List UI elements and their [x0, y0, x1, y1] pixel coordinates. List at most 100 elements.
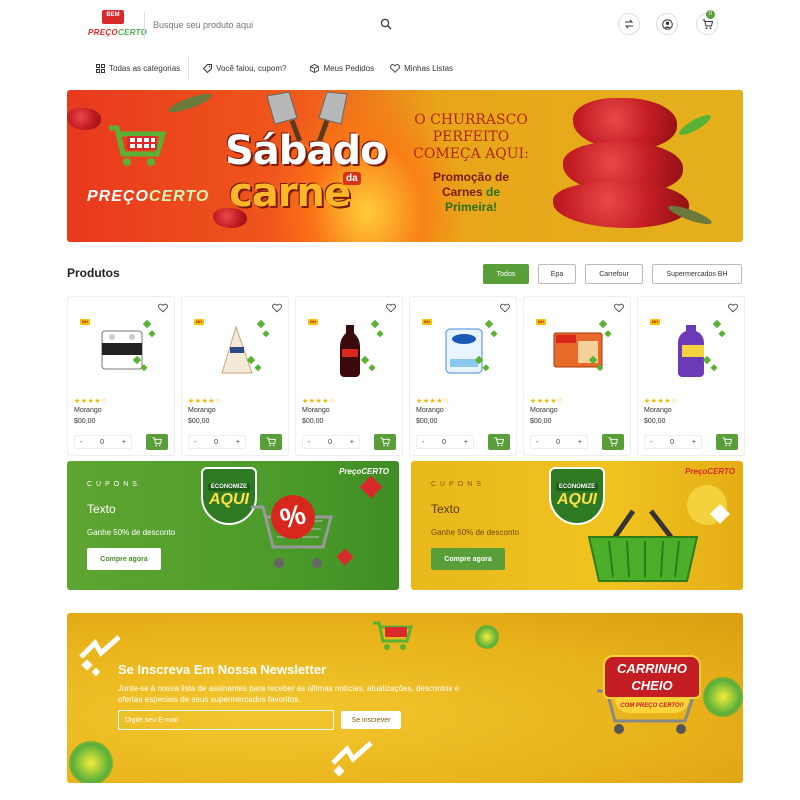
product-card[interactable]: BH ★★★★☆ Morango $00,00 - 0 +: [181, 296, 289, 456]
increase-button[interactable]: +: [464, 439, 468, 446]
add-to-cart-button[interactable]: [716, 434, 738, 450]
decor-diamonds: [702, 319, 726, 372]
add-to-cart-button[interactable]: [602, 434, 624, 450]
brand-mark-icon: [79, 635, 121, 677]
quantity-value: 0: [442, 438, 447, 446]
nav-all-categories[interactable]: Todas as categorias: [88, 57, 188, 79]
favorite-heart-icon[interactable]: [500, 303, 510, 313]
add-to-cart-button[interactable]: [488, 434, 510, 450]
filter-supermercados-bh[interactable]: Supermercados BH: [652, 264, 742, 284]
quantity-stepper: - 0 +: [188, 435, 246, 449]
store-badge: BH: [422, 319, 432, 325]
product-price: $00,00: [74, 418, 96, 425]
buy-now-button[interactable]: Compre agora: [87, 548, 161, 570]
cart-icon: [702, 19, 713, 29]
increase-button[interactable]: +: [578, 439, 582, 446]
search-icon[interactable]: [380, 18, 392, 30]
product-price: $00,00: [416, 418, 438, 425]
quantity-value: 0: [328, 438, 333, 446]
rating-stars: ★★★★☆: [302, 398, 336, 405]
rating-stars: ★★★★☆: [416, 398, 450, 405]
hero-headline-da: da: [343, 172, 361, 185]
logo-badge: BEM: [106, 12, 120, 18]
cart-icon: [152, 437, 162, 447]
product-name[interactable]: Morango: [74, 407, 102, 414]
coupon-card[interactable]: CUPONS Texto Ganhe 50% de desconto Compr…: [67, 461, 399, 590]
store-badge: BH: [194, 319, 204, 325]
grid-icon: [96, 63, 105, 73]
product-name[interactable]: Morango: [416, 407, 444, 414]
nav-divider: [188, 57, 190, 79]
hero-promo: Promoção de Carnes de Primeira!: [432, 170, 510, 214]
cart-icon: [380, 437, 390, 447]
favorite-heart-icon[interactable]: [272, 303, 282, 313]
swap-arrows-icon: [624, 19, 634, 29]
increase-button[interactable]: +: [236, 439, 240, 446]
nav-my-orders[interactable]: Meus Pedidos: [302, 57, 382, 79]
search-bar[interactable]: [144, 12, 400, 38]
coupon-brand: PreçoCERTO: [685, 467, 735, 476]
coupon-card[interactable]: CUPONS Texto Ganhe 50% de desconto Compr…: [411, 461, 743, 590]
filter-carrefour[interactable]: Carrefour: [585, 264, 643, 284]
brand-cart-icon: [109, 125, 167, 166]
nav-coupons[interactable]: Você falou, cupom?: [195, 57, 294, 79]
main-nav: Todas as categorias Você falou, cupom? M…: [88, 57, 461, 79]
increase-button[interactable]: +: [350, 439, 354, 446]
compare-button[interactable]: [618, 13, 640, 35]
add-to-cart-button[interactable]: [146, 434, 168, 450]
increase-button[interactable]: +: [692, 439, 696, 446]
coupon-description: Ganhe 50% de desconto: [87, 528, 176, 537]
product-name[interactable]: Morango: [188, 407, 216, 414]
decor-diamonds: [360, 319, 384, 372]
product-name[interactable]: Morango: [302, 407, 330, 414]
newsletter-title: Se Inscreva Em Nossa Newsletter: [118, 662, 327, 677]
hero-banner[interactable]: PREÇOCERTO Sábado carne da O CHURRASCO P…: [67, 90, 743, 242]
decrease-button[interactable]: -: [80, 439, 82, 446]
subscribe-button[interactable]: Se inscrever: [341, 711, 401, 729]
increase-button[interactable]: +: [122, 439, 126, 446]
quantity-stepper: - 0 +: [302, 435, 360, 449]
nav-label: Meus Pedidos: [323, 63, 375, 73]
coupon-title: Texto: [431, 502, 460, 516]
filter-todos[interactable]: Todos: [483, 264, 529, 284]
favorite-heart-icon[interactable]: [386, 303, 396, 313]
store-badge: BH: [650, 319, 660, 325]
filter-epa[interactable]: Epa: [538, 264, 576, 284]
rating-stars: ★★★★☆: [530, 398, 564, 405]
brand-mark-icon: [331, 741, 373, 777]
product-card[interactable]: BH ★★★★☆ Morango $00,00 - 0 +: [637, 296, 745, 456]
product-card[interactable]: BH ★★★★☆ Morango $00,00 - 0 +: [523, 296, 631, 456]
product-card[interactable]: BH ★★★★☆ Morango $00,00 - 0 +: [67, 296, 175, 456]
product-card[interactable]: BH ★★★★☆ Morango $00,00 - 0 +: [295, 296, 403, 456]
coupon-kicker: CUPONS: [431, 481, 485, 488]
add-to-cart-button[interactable]: [260, 434, 282, 450]
product-name[interactable]: Morango: [644, 407, 672, 414]
product-price: $00,00: [302, 418, 324, 425]
product-card[interactable]: BH ★★★★☆ Morango $00,00 - 0 +: [409, 296, 517, 456]
account-button[interactable]: [656, 13, 678, 35]
email-field[interactable]: [118, 710, 334, 730]
decor-diamonds: [132, 319, 156, 372]
decrease-button[interactable]: -: [650, 439, 652, 446]
decrease-button[interactable]: -: [194, 439, 196, 446]
product-price: $00,00: [530, 418, 552, 425]
quantity-stepper: - 0 +: [530, 435, 588, 449]
hero-slogan: O CHURRASCO PERFEITO COMEÇA AQUI:: [413, 112, 529, 162]
herb-leaf: [166, 90, 214, 116]
favorite-heart-icon[interactable]: [614, 303, 624, 313]
search-input[interactable]: [153, 20, 373, 30]
product-name[interactable]: Morango: [530, 407, 558, 414]
nav-my-lists[interactable]: Minhas Listas: [382, 57, 461, 79]
favorite-heart-icon[interactable]: [728, 303, 738, 313]
store-badge: BH: [536, 319, 546, 325]
brand-logo[interactable]: BEM PREÇOCERTO: [88, 10, 147, 40]
rating-stars: ★★★★☆: [188, 398, 222, 405]
decrease-button[interactable]: -: [422, 439, 424, 446]
cart-icon: [608, 437, 618, 447]
add-to-cart-button[interactable]: [374, 434, 396, 450]
decrease-button[interactable]: -: [536, 439, 538, 446]
buy-now-button[interactable]: Compre agora: [431, 548, 505, 570]
favorite-heart-icon[interactable]: [158, 303, 168, 313]
decrease-button[interactable]: -: [308, 439, 310, 446]
store-badge: BH: [308, 319, 318, 325]
